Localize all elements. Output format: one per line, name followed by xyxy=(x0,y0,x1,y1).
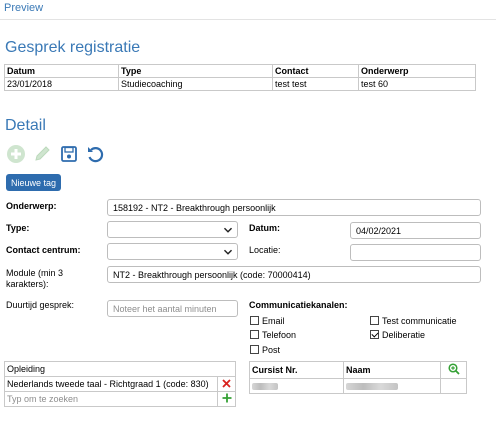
type-select[interactable] xyxy=(107,221,238,238)
undo-icon xyxy=(88,147,104,163)
cell-type: Studiecoaching xyxy=(118,77,273,91)
redacted-value xyxy=(252,383,278,391)
pencil-icon xyxy=(35,146,50,161)
col-naam: Naam xyxy=(343,361,441,379)
plus-icon xyxy=(222,393,231,403)
cell-contact: test test xyxy=(272,77,359,91)
type-label: Type: xyxy=(6,223,30,233)
cursist-nr-cell xyxy=(249,378,344,394)
col-datum[interactable]: Datum xyxy=(4,64,119,78)
module-label-line1: Module (min 3 xyxy=(6,268,64,278)
locatie-label: Locatie: xyxy=(249,245,281,255)
cell-onderwerp: test 60 xyxy=(358,77,476,91)
cursist-naam-cell xyxy=(343,378,441,394)
col-onderwerp[interactable]: Onderwerp xyxy=(358,64,476,78)
table-row: Nederlands tweede taal - Richtgraad 1 (c… xyxy=(4,376,236,392)
remove-opleiding-button[interactable] xyxy=(217,376,236,392)
edit-button[interactable] xyxy=(31,143,53,165)
plus-circle-icon xyxy=(7,145,25,163)
contact-centrum-select[interactable] xyxy=(107,243,238,260)
preview-link[interactable]: Preview xyxy=(4,2,43,14)
add-button[interactable] xyxy=(5,143,27,165)
onderwerp-field[interactable]: 158192 - NT2 - Breakthrough persoonlijk xyxy=(107,199,481,216)
col-cursist-nr: Cursist Nr. xyxy=(249,361,344,379)
email-checkbox[interactable] xyxy=(250,316,259,325)
zoom-in-icon xyxy=(447,363,460,375)
chevron-down-icon xyxy=(224,249,232,255)
test-communicatie-checkbox[interactable] xyxy=(370,316,379,325)
deliberatie-checkbox[interactable] xyxy=(370,330,379,339)
module-label-line2: karakters): xyxy=(6,279,49,289)
col-type[interactable]: Type xyxy=(118,64,273,78)
locatie-field[interactable] xyxy=(350,244,481,261)
add-opleiding-button[interactable] xyxy=(217,391,236,407)
telefoon-label: Telefoon xyxy=(262,330,297,340)
opleiding-header: Opleiding xyxy=(4,361,236,377)
duurtijd-label: Duurtijd gesprek: xyxy=(6,300,75,310)
module-field[interactable]: NT2 - Breakthrough persoonlijk (code: 70… xyxy=(107,266,481,283)
registratie-header-row: Datum Type Contact Onderwerp xyxy=(4,64,476,78)
duurtijd-input[interactable]: Noteer het aantal minuten xyxy=(107,300,238,317)
save-button[interactable] xyxy=(58,143,80,165)
cursist-action-cell xyxy=(440,378,467,394)
opleiding-search-input[interactable]: Typ om te zoeken xyxy=(4,391,218,407)
cursisten-table: Cursist Nr. Naam xyxy=(249,361,467,394)
close-icon xyxy=(222,378,231,388)
detail-title: Detail xyxy=(5,117,46,134)
post-label: Post xyxy=(262,345,281,355)
undo-button[interactable] xyxy=(84,143,106,165)
telefoon-checkbox[interactable] xyxy=(250,330,259,339)
floppy-disk-icon xyxy=(61,146,77,162)
email-label: Email xyxy=(262,316,285,326)
table-row[interactable]: 23/01/2018 Studiecoaching test test test… xyxy=(4,77,476,91)
table-row[interactable] xyxy=(249,378,467,394)
kanalen-label: Communicatiekanalen: xyxy=(249,300,348,310)
opleiding-row-label: Nederlands tweede taal - Richtgraad 1 (c… xyxy=(4,376,218,392)
preview-bar: Preview xyxy=(0,0,496,20)
onderwerp-label: Onderwerp: xyxy=(6,201,57,211)
search-cursist-button[interactable] xyxy=(440,361,467,379)
opleiding-table: Opleiding Nederlands tweede taal - Richt… xyxy=(4,361,236,407)
post-checkbox[interactable] xyxy=(250,345,259,354)
registratie-title: Gesprek registratie xyxy=(5,39,141,56)
datum-label: Datum: xyxy=(249,223,280,233)
cell-datum: 23/01/2018 xyxy=(4,77,119,91)
redacted-value xyxy=(346,383,398,391)
new-tag-button[interactable]: Nieuwe tag xyxy=(6,174,61,191)
registratie-table: Datum Type Contact Onderwerp 23/01/2018 … xyxy=(4,64,476,91)
test-communicatie-label: Test communicatie xyxy=(382,316,457,326)
contact-centrum-label: Contact centrum: xyxy=(6,245,81,255)
col-contact[interactable]: Contact xyxy=(272,64,359,78)
chevron-down-icon xyxy=(224,227,232,233)
datum-field[interactable]: 04/02/2021 xyxy=(350,222,481,239)
deliberatie-label: Deliberatie xyxy=(382,330,426,340)
